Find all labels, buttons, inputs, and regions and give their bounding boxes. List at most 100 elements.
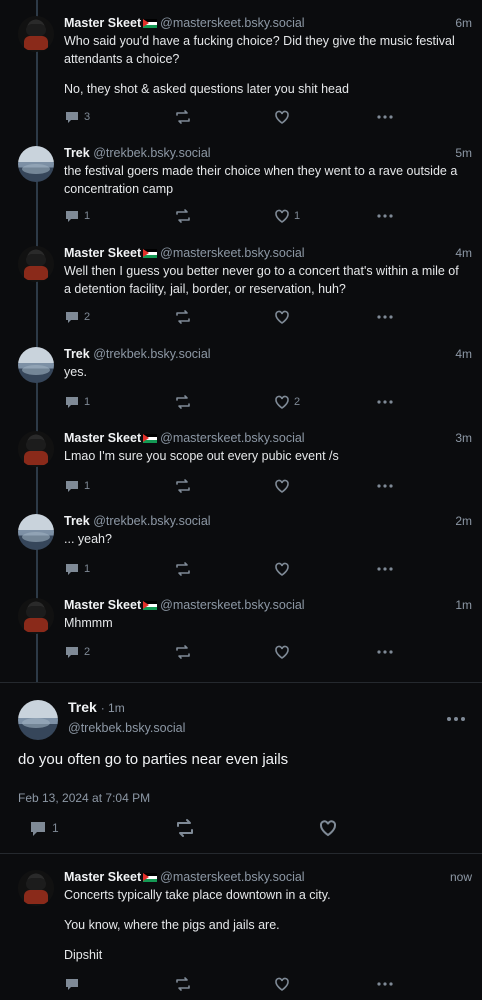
post-text: the festival goers made their choice whe… (64, 162, 464, 210)
avatar[interactable] (18, 514, 54, 550)
post-time[interactable]: 1m (455, 598, 472, 612)
avatar[interactable] (18, 598, 54, 634)
post-actions: 3 (64, 109, 394, 125)
reply-button[interactable] (64, 976, 80, 992)
more-button[interactable] (376, 109, 394, 125)
author-handle[interactable]: @masterskeet.bsky.social (160, 598, 304, 612)
post-header: Master Skeet @masterskeet.bsky.social (64, 598, 305, 612)
author-handle[interactable]: @masterskeet.bsky.social (160, 246, 304, 260)
focus-post-text: do you often go to parties near even jai… (18, 751, 289, 768)
repost-button[interactable] (174, 394, 196, 410)
reply-button[interactable]: 1 (64, 208, 90, 224)
reply-button[interactable]: 1 (64, 478, 90, 494)
author-name[interactable]: Master Skeet (64, 16, 141, 30)
author-handle[interactable]: @masterskeet.bsky.social (160, 431, 304, 445)
repost-icon (176, 209, 190, 223)
post-paragraph: Concerts typically take place downtown i… (64, 888, 331, 902)
avatar[interactable] (18, 431, 54, 467)
more-button[interactable] (446, 711, 466, 729)
repost-button[interactable] (174, 208, 196, 224)
author-name[interactable]: Trek (64, 146, 90, 160)
more-button[interactable] (376, 561, 394, 577)
post-time[interactable]: 6m (455, 16, 472, 30)
author-name[interactable]: Master Skeet (64, 598, 141, 612)
repost-icon (176, 310, 190, 324)
like-button[interactable]: 2 (274, 394, 300, 410)
reply-icon (66, 112, 78, 123)
like-button[interactable] (318, 818, 338, 838)
flag-icon (143, 434, 158, 443)
reply-button[interactable]: 2 (64, 309, 90, 325)
like-button[interactable]: 1 (274, 208, 300, 224)
repost-button[interactable] (174, 309, 196, 325)
more-icon (377, 214, 393, 218)
author-name[interactable]: Trek (64, 514, 90, 528)
post-actions: 1 (28, 818, 348, 838)
author-name[interactable]: Trek (68, 699, 97, 715)
like-button[interactable] (274, 309, 294, 325)
reply-button[interactable]: 1 (64, 561, 90, 577)
author-handle[interactable]: @trekbek.bsky.social (93, 514, 210, 528)
avatar[interactable] (18, 16, 54, 52)
heart-icon (275, 977, 289, 991)
post-header: Trek @trekbek.bsky.social (64, 514, 211, 528)
reply-button[interactable]: 3 (64, 109, 90, 125)
post-actions (64, 976, 394, 992)
repost-icon (176, 977, 190, 991)
post-actions: 1 2 (64, 394, 394, 410)
reply-button[interactable]: 1 (28, 818, 59, 838)
like-button[interactable] (274, 976, 290, 992)
repost-icon (177, 819, 193, 837)
avatar[interactable] (18, 246, 54, 282)
post-time[interactable]: now (450, 870, 472, 884)
repost-button[interactable] (174, 818, 196, 838)
author-handle[interactable]: @trekbek.bsky.social (93, 347, 210, 361)
author-name[interactable]: Master Skeet (64, 431, 141, 445)
more-icon (447, 717, 465, 721)
like-button[interactable] (274, 109, 294, 125)
reply-count: 1 (84, 396, 91, 408)
repost-icon (176, 479, 190, 493)
avatar[interactable] (18, 700, 58, 740)
repost-button[interactable] (174, 976, 192, 992)
post-header: Master Skeet @masterskeet.bsky.social (64, 16, 305, 30)
author-handle[interactable]: @masterskeet.bsky.social (160, 16, 304, 30)
avatar[interactable] (18, 146, 54, 182)
author-name[interactable]: Master Skeet (64, 246, 141, 260)
post-time[interactable]: 2m (455, 514, 472, 528)
repost-button[interactable] (174, 478, 196, 494)
post-paragraph: No, they shot & asked questions later yo… (64, 82, 349, 96)
more-button[interactable] (376, 644, 394, 660)
post-time[interactable]: 3m (455, 431, 472, 445)
author-handle[interactable]: @trekbek.bsky.social (93, 146, 210, 160)
like-button[interactable] (274, 478, 294, 494)
like-button[interactable] (274, 644, 294, 660)
repost-button[interactable] (174, 644, 196, 660)
post-time[interactable]: 4m (455, 246, 472, 260)
author-name[interactable]: Trek (64, 347, 90, 361)
post-header: Trek @trekbek.bsky.social (64, 347, 211, 361)
heart-icon (275, 209, 289, 223)
avatar[interactable] (18, 870, 54, 906)
post-time[interactable]: 4m (455, 347, 472, 361)
focus-author[interactable]: Trek · 1m (68, 699, 125, 715)
reply-count: 1 (84, 563, 91, 575)
more-button[interactable] (376, 208, 394, 224)
more-button[interactable] (376, 394, 394, 410)
like-button[interactable] (274, 561, 294, 577)
post-time[interactable]: 5m (455, 146, 472, 160)
author-handle[interactable]: @trekbek.bsky.social (68, 721, 185, 735)
post-header: Master Skeet @masterskeet.bsky.social (64, 870, 305, 884)
more-button[interactable] (376, 309, 394, 325)
author-name[interactable]: Master Skeet (64, 870, 141, 884)
more-button[interactable] (376, 478, 394, 494)
more-button[interactable] (376, 976, 394, 992)
heart-icon (275, 310, 289, 324)
reply-button[interactable]: 1 (64, 394, 90, 410)
reply-button[interactable]: 2 (64, 644, 90, 660)
repost-button[interactable] (174, 109, 196, 125)
avatar[interactable] (18, 347, 54, 383)
divider (0, 853, 482, 854)
repost-button[interactable] (174, 561, 196, 577)
author-handle[interactable]: @masterskeet.bsky.social (160, 870, 304, 884)
